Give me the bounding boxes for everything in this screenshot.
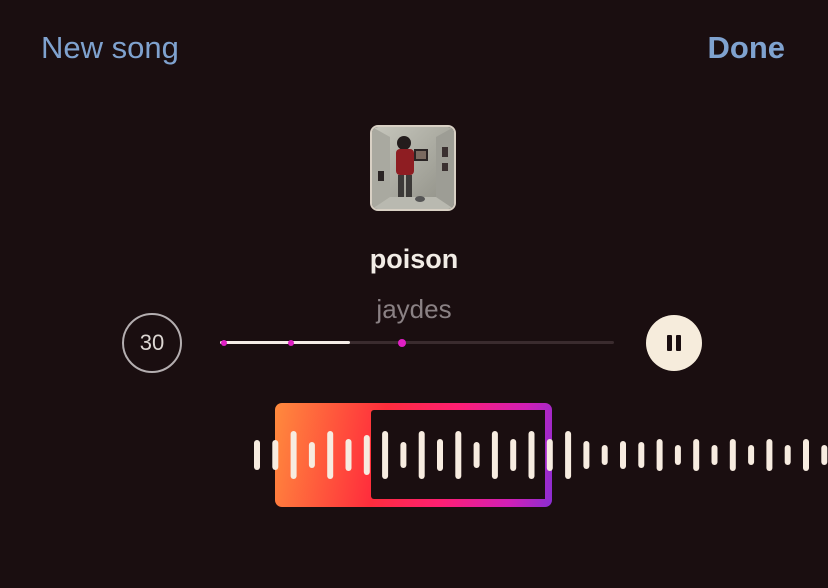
waveform-bar — [766, 439, 773, 471]
done-button[interactable]: Done — [708, 30, 786, 66]
waveform-bar — [748, 445, 755, 465]
waveform-bar — [711, 445, 718, 465]
waveform-bar — [803, 439, 809, 471]
playback-progress-fill — [220, 341, 351, 344]
waveform-bar — [784, 445, 791, 465]
progress-marker — [288, 339, 294, 346]
pause-icon — [667, 335, 681, 351]
album-artwork — [370, 125, 456, 211]
waveform-bar — [473, 442, 480, 468]
waveform-bar — [290, 431, 297, 479]
waveform-bar — [674, 445, 681, 465]
progress-end-marker — [398, 338, 406, 347]
waveform-bar — [693, 439, 700, 471]
waveform-bar — [254, 440, 260, 470]
waveform-bar — [583, 441, 590, 469]
waveform-bar — [437, 439, 443, 471]
waveform-bar — [638, 442, 645, 468]
waveform-bar — [528, 431, 535, 479]
waveform-bar — [565, 431, 572, 479]
waveform-bar — [601, 445, 608, 465]
new-song-button[interactable]: New song — [41, 30, 179, 66]
waveform-bar — [455, 431, 462, 479]
waveform-bar — [382, 431, 389, 479]
waveform-bar — [821, 445, 828, 465]
waveform-bar — [363, 435, 370, 475]
song-artist: jaydes — [376, 294, 452, 324]
waveform-bar — [345, 439, 352, 471]
waveform-bar — [491, 431, 498, 479]
waveform-bar — [546, 439, 553, 471]
clip-duration-label: 30 — [139, 330, 165, 355]
playback-progress[interactable] — [220, 338, 614, 347]
waveform-bar — [272, 440, 279, 470]
waveform-bar — [308, 442, 315, 468]
waveform-bar — [656, 439, 663, 471]
audio-waveform[interactable] — [0, 400, 828, 510]
album-artwork-image — [372, 127, 454, 209]
waveform-bar — [729, 439, 736, 471]
progress-start-marker — [221, 339, 227, 346]
waveform-bar — [510, 439, 517, 471]
waveform-bar — [327, 431, 334, 479]
waveform-bar — [400, 442, 407, 468]
pause-button[interactable] — [646, 315, 702, 371]
waveform-bar — [620, 441, 626, 469]
clip-duration-button[interactable]: 30 — [122, 313, 182, 373]
song-title: poison — [369, 244, 459, 274]
waveform-bar — [418, 431, 425, 479]
